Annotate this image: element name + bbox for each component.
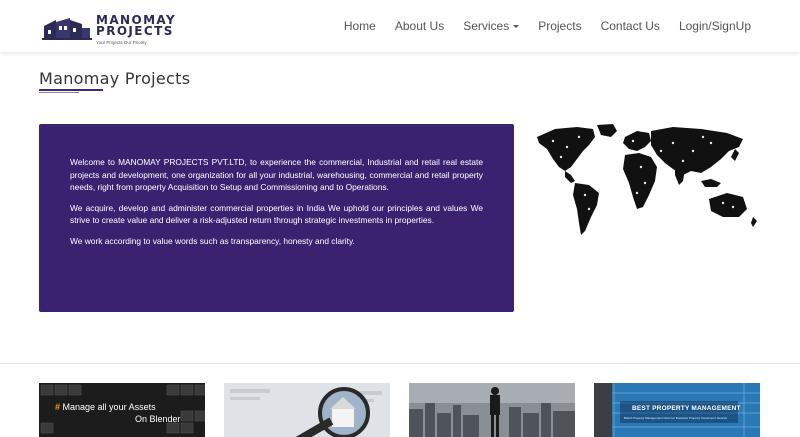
nav-services[interactable]: Services xyxy=(463,19,520,33)
city-skyline-image xyxy=(409,383,575,437)
title-underline xyxy=(39,89,103,91)
intro-paragraph-2: We acquire, develop and administer comme… xyxy=(70,202,483,226)
asset-card-text: # Manage all your Assets On Blender xyxy=(55,401,181,425)
main-nav: Home About Us Services Projects Contact … xyxy=(325,19,751,33)
asset-card-line2: On Blender xyxy=(135,414,181,424)
property-search-card[interactable] xyxy=(224,383,390,437)
card-title: BEST PROPERTY MANAGEMENT xyxy=(632,405,741,412)
nav-services-label: Services xyxy=(463,19,510,33)
asset-management-card[interactable]: # Manage all your Assets On Blender xyxy=(39,383,205,437)
asset-card-line1: Manage all your Assets xyxy=(62,402,156,412)
nav-home[interactable]: Home xyxy=(344,19,376,33)
hash-mark: # xyxy=(55,402,61,412)
brand-logo[interactable]: MANOMAY PROJECTS Your Projects Our Prior… xyxy=(42,14,175,48)
city-view-card[interactable] xyxy=(409,383,575,437)
caret-down-icon xyxy=(513,25,520,28)
nav-about-us[interactable]: About Us xyxy=(395,19,444,33)
top-navbar: MANOMAY PROJECTS Your Projects Our Prior… xyxy=(0,0,800,52)
title-underline-thin xyxy=(39,92,79,93)
brand-name: MANOMAY PROJECTS xyxy=(96,13,177,38)
nav-contact-us[interactable]: Contact Us xyxy=(601,19,660,33)
nav-login-signup[interactable]: Login/SignUp xyxy=(679,19,751,33)
magnifier-image xyxy=(224,383,390,437)
buildings-logo-icon xyxy=(42,18,92,40)
card-subtitle: BHUA Property Management Club For Busine… xyxy=(624,416,727,420)
world-map-image xyxy=(537,124,757,235)
property-management-card[interactable]: BEST PROPERTY MANAGEMENT BHUA Property M… xyxy=(594,383,760,437)
intro-box: Welcome to MANOMAY PROJECTS PVT.LTD, to … xyxy=(39,124,514,312)
section-divider xyxy=(0,363,800,364)
intro-paragraph-3: We work according to value words such as… xyxy=(70,235,355,246)
intro-paragraph-1: Welcome to MANOMAY PROJECTS PVT.LTD, to … xyxy=(70,157,483,193)
page-title: Manomay Projects xyxy=(39,69,191,88)
brand-tagline: Your Projects Our Priority xyxy=(96,40,147,45)
nav-projects[interactable]: Projects xyxy=(538,19,581,33)
